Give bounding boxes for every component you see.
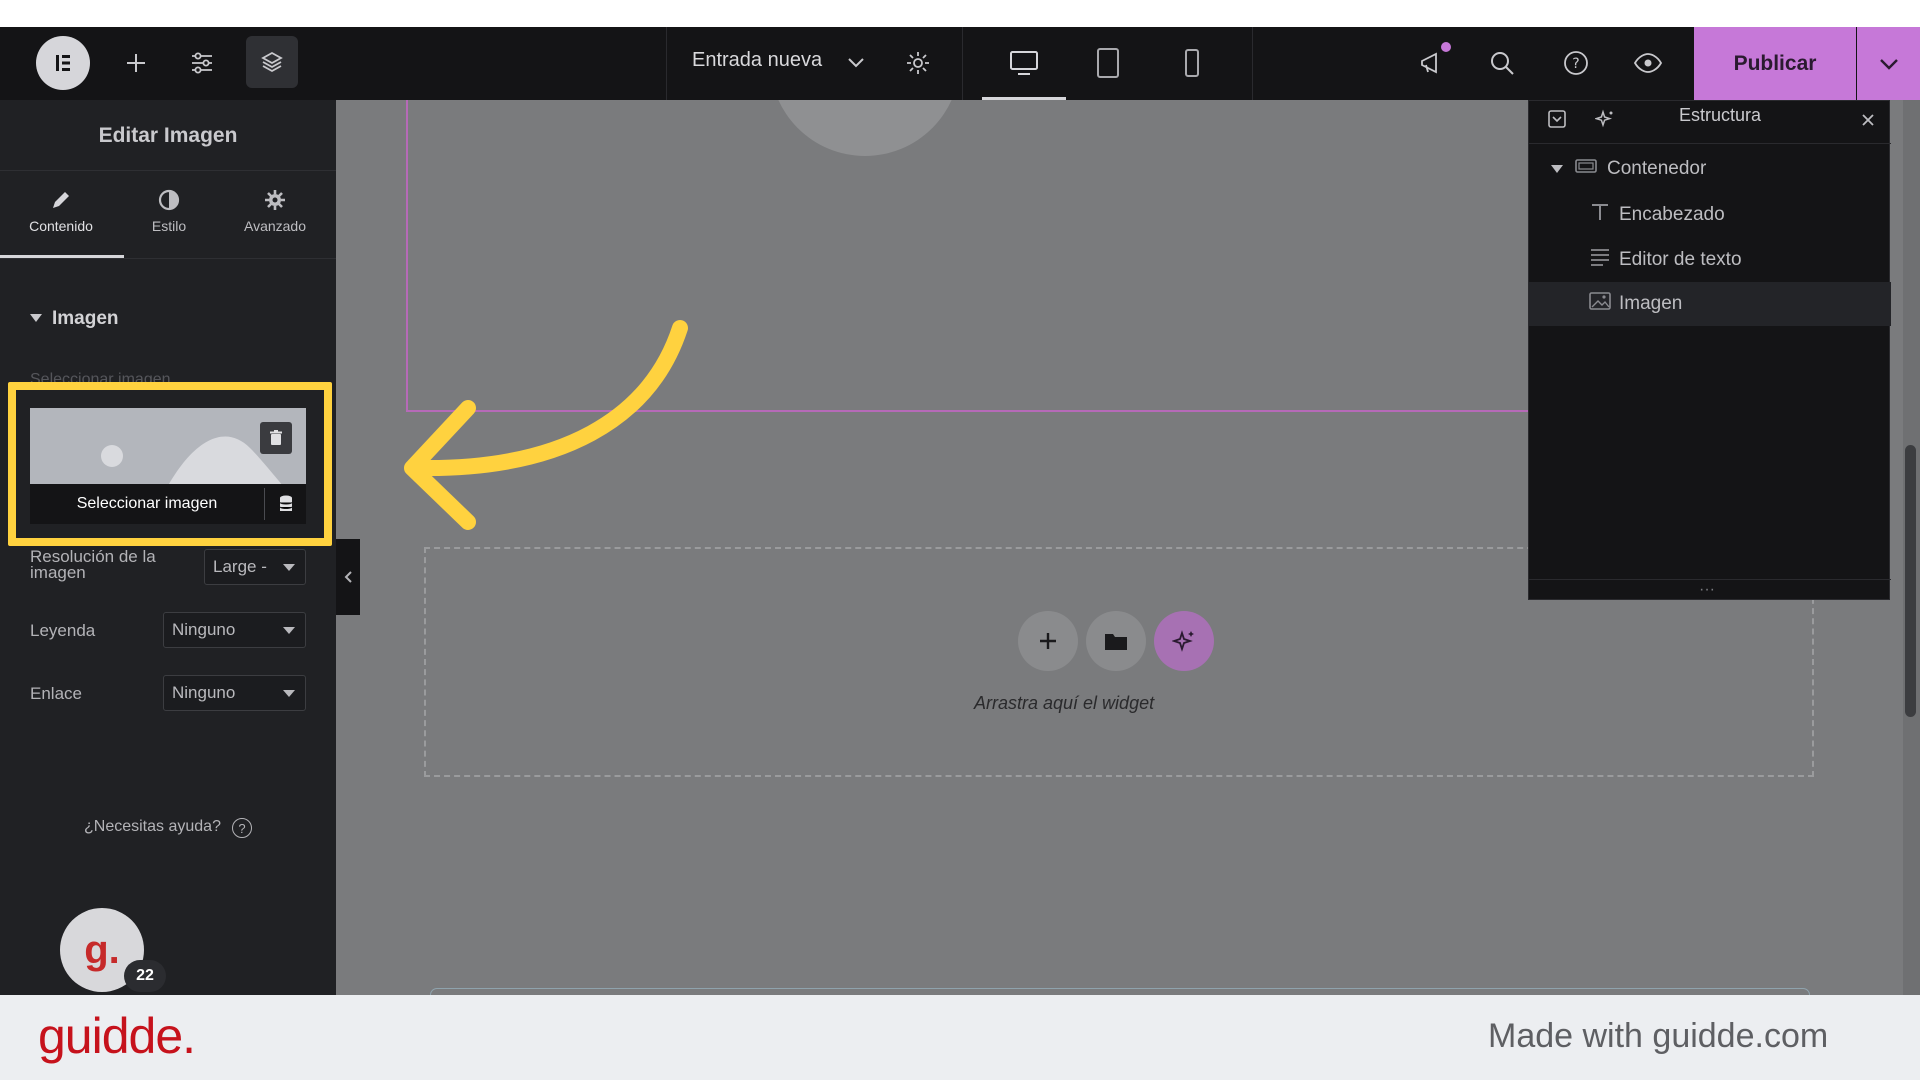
structure-item-image[interactable]: Imagen <box>1529 282 1891 326</box>
tab-content-label: Contenido <box>29 218 93 234</box>
panel-title: Editar Imagen <box>98 124 238 147</box>
link-value: Ninguno <box>172 683 236 702</box>
tab-advanced[interactable]: Avanzado <box>220 188 330 234</box>
structure-item-heading[interactable]: Encabezado <box>1529 193 1891 237</box>
structure-item-container[interactable]: Contenedor <box>1529 147 1891 191</box>
publish-options-chevron-icon[interactable] <box>1857 27 1920 100</box>
desktop-device-icon[interactable] <box>1004 45 1044 81</box>
publish-button[interactable]: Publicar <box>1694 27 1856 100</box>
dropzone-hint: Arrastra aquí el widget <box>974 693 1155 713</box>
caret-down-icon <box>1551 165 1563 173</box>
topbar-divider <box>962 27 963 100</box>
preview-eye-icon[interactable] <box>1630 45 1666 81</box>
divider <box>1529 579 1891 580</box>
resize-handle-icon[interactable]: ··· <box>1699 581 1715 599</box>
contrast-icon <box>114 188 224 218</box>
document-title[interactable]: Entrada nueva <box>692 49 822 72</box>
add-element-icon[interactable] <box>118 45 154 81</box>
svg-text:?: ? <box>1572 56 1579 72</box>
close-icon[interactable] <box>1855 107 1881 133</box>
notification-dot <box>1441 42 1451 52</box>
structure-item-label: Imagen <box>1619 293 1683 314</box>
mobile-device-icon[interactable] <box>1172 43 1212 83</box>
tab-content[interactable]: Contenido <box>6 188 116 234</box>
tab-style-label: Estilo <box>151 218 187 234</box>
guidde-logo: guidde. <box>38 1008 196 1064</box>
caption-value: Ninguno <box>172 620 236 639</box>
section-title[interactable]: Imagen <box>52 308 119 330</box>
chevron-down-icon[interactable] <box>844 51 868 75</box>
resolution-select[interactable]: Large - <box>204 549 306 585</box>
divider <box>0 258 336 259</box>
structure-item-label: Encabezado <box>1619 204 1725 225</box>
topbar-divider <box>1252 27 1253 100</box>
resolution-label: Resolución de la imagen <box>30 547 156 582</box>
gear-icon <box>220 188 330 218</box>
structure-item-label: Contenedor <box>1607 158 1707 179</box>
made-with-text: Made with guidde.com <box>1488 1017 1829 1055</box>
tab-style[interactable]: Estilo <box>114 188 224 234</box>
topbar-divider <box>666 27 667 100</box>
collapse-panel-chevron-icon[interactable] <box>336 539 360 615</box>
collapse-all-icon[interactable] <box>1543 105 1571 133</box>
screenshot-stage: Entrada nueva ? Publicar Editar Imagen C… <box>0 0 1920 1080</box>
caret-down-icon <box>283 564 295 571</box>
ai-sparkle-icon[interactable] <box>1591 105 1619 133</box>
guide-arrow-icon <box>404 320 688 530</box>
avatar-letter: g. <box>84 927 120 972</box>
avatar-count-badge: 22 <box>124 960 166 992</box>
structure-item-label: Editor de texto <box>1619 249 1742 270</box>
search-icon[interactable] <box>1484 45 1520 81</box>
structure-title: Estructura <box>1679 105 1762 125</box>
divider <box>1529 143 1891 144</box>
add-section-plus-icon[interactable] <box>1018 611 1078 671</box>
editor-left-panel: Editar Imagen Contenido Estilo Avanzado … <box>0 100 336 995</box>
site-settings-icon[interactable] <box>184 45 220 81</box>
link-label: Enlace <box>30 684 82 703</box>
tab-advanced-label: Avanzado <box>243 218 306 234</box>
structure-item-text-editor[interactable]: Editor de texto <box>1529 238 1891 282</box>
next-section-outline <box>430 988 1810 995</box>
help-link[interactable]: ¿Necesitas ayuda? <box>84 818 221 836</box>
canvas-scrollbar-thumb[interactable] <box>1905 445 1916 717</box>
container-icon <box>1575 158 1597 180</box>
caption-select[interactable]: Ninguno <box>163 612 306 648</box>
resolution-value: Large - <box>213 557 267 576</box>
structure-panel: Estructura Contenedor Encabezado Editor … <box>1528 100 1891 600</box>
guide-highlight-box <box>8 382 332 546</box>
heading-icon <box>1589 201 1611 229</box>
link-select[interactable]: Ninguno <box>163 675 306 711</box>
image-icon <box>1589 292 1611 316</box>
text-editor-icon <box>1589 247 1611 273</box>
caret-down-icon <box>283 627 295 634</box>
caption-label: Leyenda <box>30 621 96 640</box>
add-template-folder-icon[interactable] <box>1086 611 1146 671</box>
page-settings-gear-icon[interactable] <box>900 45 936 81</box>
ai-sparkle-icon[interactable] <box>1154 611 1214 671</box>
editor-topbar: Entrada nueva ? Publicar <box>0 27 1920 100</box>
help-question-icon[interactable]: ? <box>232 818 252 838</box>
divider <box>0 170 336 171</box>
pencil-icon <box>6 188 116 218</box>
help-question-icon[interactable]: ? <box>1558 45 1594 81</box>
structure-layers-icon[interactable] <box>246 36 298 88</box>
tablet-device-icon[interactable] <box>1088 43 1128 83</box>
caret-down-icon[interactable] <box>30 314 42 322</box>
caret-down-icon <box>283 690 295 697</box>
elementor-logo-icon[interactable] <box>36 36 90 90</box>
guidde-footer: guidde. Made with guidde.com <box>0 995 1920 1080</box>
